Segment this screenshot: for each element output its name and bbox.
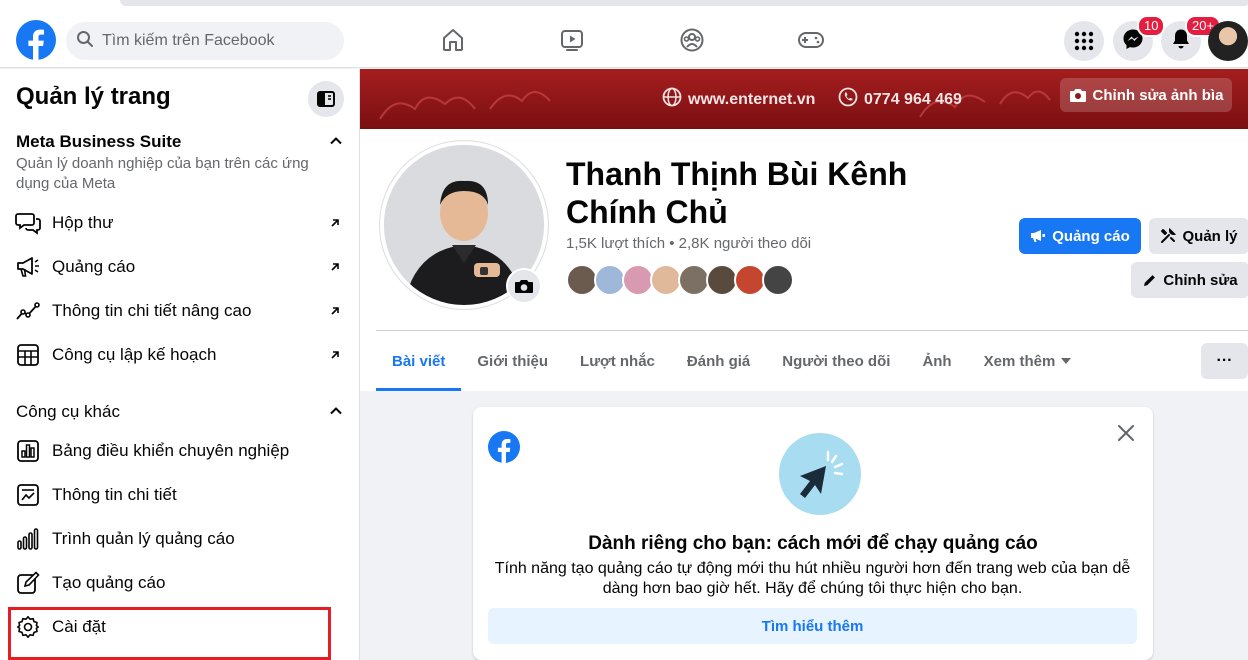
home-icon[interactable]: [439, 26, 467, 54]
globe-icon: [662, 87, 682, 112]
sidebar-item-advanced-insights[interactable]: Thông tin chi tiết nâng cao: [0, 289, 360, 333]
tab-about[interactable]: Giới thiệu: [461, 331, 564, 391]
meta-business-suite-heading[interactable]: Meta Business Suite: [16, 132, 181, 152]
camera-icon: [1069, 87, 1087, 103]
caret-down-icon: [1061, 358, 1072, 364]
follower-avatars[interactable]: [566, 264, 794, 298]
sidebar-item-label: Bảng điều khiển chuyên nghiệp: [52, 441, 290, 460]
page-name: Thanh Thịnh Bùi Kênh Chính Chủ: [566, 156, 908, 230]
external-link-icon: [331, 307, 339, 315]
tools-icon: [1160, 228, 1177, 244]
close-icon[interactable]: [1116, 423, 1136, 443]
meta-business-suite-subtitle: Quản lý doanh nghiệp của bạn trên các ứn…: [16, 155, 309, 192]
edit-page-button[interactable]: Chỉnh sửa: [1131, 262, 1248, 298]
sidebar-toggle-icon[interactable]: [308, 81, 344, 117]
edit-cover-label: Chỉnh sửa ảnh bìa: [1092, 86, 1224, 104]
tab-photos[interactable]: Ảnh: [906, 331, 967, 391]
sidebar-item-label: Công cụ lập kế hoạch: [52, 345, 217, 364]
cover-website: www.enternet.vn: [662, 87, 815, 112]
other-tools-heading[interactable]: Công cụ khác: [16, 402, 120, 422]
sidebar-item-label: Tạo quảng cáo: [52, 573, 166, 592]
advertise-label: Quảng cáo: [1052, 227, 1130, 245]
create-ad-icon: [14, 569, 42, 597]
megaphone-icon: [1030, 229, 1046, 243]
promo-description: Tính năng tạo quảng cáo tự động mới thu …: [494, 560, 1131, 597]
sidebar-item-label: Quảng cáo: [52, 257, 136, 276]
megaphone-icon: [14, 253, 42, 281]
camera-icon: [514, 277, 534, 295]
sidebar-item-label: Thông tin chi tiết nâng cao: [52, 301, 252, 320]
search-input[interactable]: [102, 32, 322, 50]
details-icon: [14, 481, 42, 509]
external-link-icon: [331, 219, 339, 227]
manage-label: Quản lý: [1182, 227, 1238, 245]
tab-followers[interactable]: Người theo dõi: [766, 331, 906, 391]
change-profile-picture-button[interactable]: [506, 268, 542, 304]
page-stats[interactable]: 1,5K lượt thích • 2,8K người theo dõi: [566, 235, 811, 252]
sidebar-item-create-ad[interactable]: Tạo quảng cáo: [0, 561, 360, 605]
tab-posts[interactable]: Bài viết: [376, 331, 462, 391]
chevron-up-icon[interactable]: [328, 403, 344, 419]
external-link-icon: [331, 351, 339, 359]
manage-button[interactable]: Quản lý: [1149, 218, 1248, 254]
manage-page-sidebar: Quản lý trang Meta Business Suite Quản l…: [0, 69, 360, 660]
sidebar-item-ads[interactable]: Quảng cáo: [0, 245, 360, 289]
sidebar-item-planner[interactable]: Công cụ lập kế hoạch: [0, 333, 360, 377]
tab-mentions[interactable]: Lượt nhắc: [564, 331, 671, 391]
dashboard-icon: [14, 437, 42, 465]
sidebar-item-label: Trình quản lý quảng cáo: [52, 529, 235, 548]
sidebar-item-professional-dashboard[interactable]: Bảng điều khiển chuyên nghiệp: [0, 429, 360, 473]
edit-cover-photo-button[interactable]: Chỉnh sửa ảnh bìa: [1060, 78, 1232, 112]
menu-grid-icon[interactable]: [1064, 21, 1104, 61]
sidebar-title: Quản lý trang: [16, 83, 171, 110]
sidebar-item-inbox[interactable]: Hộp thư: [0, 201, 360, 245]
watch-video-icon[interactable]: [558, 26, 586, 54]
advertise-button[interactable]: Quảng cáo: [1019, 218, 1141, 254]
facebook-logo-icon: [488, 431, 520, 463]
messenger-button[interactable]: 10: [1113, 15, 1166, 61]
external-link-icon: [331, 263, 339, 271]
search-bar[interactable]: [66, 22, 344, 60]
settings-highlight-box: [8, 607, 331, 660]
sidebar-item-ads-manager[interactable]: Trình quản lý quảng cáo: [0, 517, 360, 561]
facebook-logo-icon[interactable]: [16, 20, 56, 60]
account-avatar[interactable]: [1208, 21, 1248, 61]
more-options-button[interactable]: ···: [1201, 343, 1248, 379]
sidebar-item-details[interactable]: Thông tin chi tiết: [0, 473, 360, 517]
planner-icon: [14, 341, 42, 369]
learn-more-button[interactable]: Tìm hiểu thêm: [488, 608, 1137, 644]
follower-avatar[interactable]: [762, 264, 794, 296]
ads-manager-icon: [14, 525, 42, 553]
search-icon: [76, 30, 94, 53]
cover-phone: 0774 964 469: [838, 87, 962, 112]
cover-phone-text: 0774 964 469: [864, 90, 962, 108]
groups-icon[interactable]: [678, 26, 706, 54]
page-tabs: Bài viết Giới thiệu Lượt nhắc Đánh giá N…: [376, 331, 1087, 391]
cover-website-text: www.enternet.vn: [688, 90, 816, 108]
pencil-icon: [1142, 273, 1157, 288]
sidebar-item-label: Hộp thư: [52, 213, 114, 232]
phone-icon: [838, 87, 858, 112]
tab-see-more[interactable]: Xem thêm: [968, 331, 1088, 391]
inbox-icon: [14, 209, 42, 237]
see-more-label: Xem thêm: [983, 352, 1056, 370]
top-navigation-bar: 10 20+: [0, 0, 1248, 68]
promo-title: Dành riêng cho bạn: cách mới để chạy quả…: [588, 533, 1038, 554]
notifications-button[interactable]: 20+: [1161, 15, 1222, 61]
gaming-icon[interactable]: [797, 26, 825, 54]
edit-page-label: Chỉnh sửa: [1163, 271, 1238, 289]
insights-icon: [14, 297, 42, 325]
sidebar-item-label: Thông tin chi tiết: [52, 485, 177, 504]
browser-strip: [120, 0, 1248, 6]
chevron-up-icon[interactable]: [328, 133, 344, 149]
tab-reviews[interactable]: Đánh giá: [671, 331, 766, 391]
cursor-click-icon: [779, 433, 861, 515]
